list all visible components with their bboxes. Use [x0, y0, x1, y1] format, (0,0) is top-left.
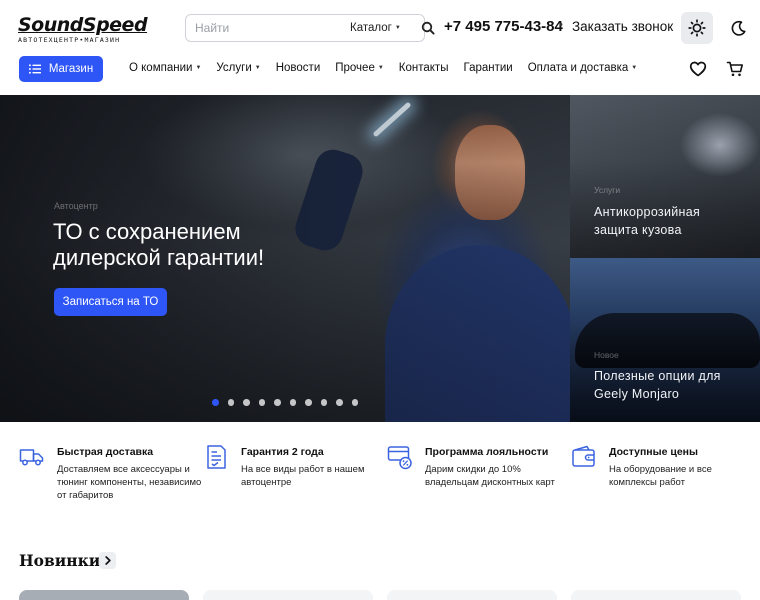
nav-item-other[interactable]: Прочее ▼	[335, 62, 384, 74]
nav-item-news[interactable]: Новости	[276, 62, 321, 74]
slider-dot[interactable]	[212, 399, 219, 406]
search-bar: Каталог ▼	[185, 14, 435, 42]
feature-text: Дарим скидки до 10% владельцам дисконтны…	[425, 464, 555, 488]
delivery-truck-icon	[19, 449, 44, 466]
chevron-down-icon: ▼	[377, 65, 384, 71]
product-card[interactable]	[19, 590, 189, 600]
sun-icon	[688, 19, 706, 37]
logo-subtext: АВТОТЕХЦЕНТР•МАГАЗИН	[18, 36, 121, 44]
chevron-down-icon: ▼	[254, 65, 261, 71]
hero-banner[interactable]: Автоцентр ТО с сохранением дилерской гар…	[0, 95, 570, 422]
nav-item-guarantees[interactable]: Гарантии	[463, 62, 512, 74]
moon-icon	[731, 20, 746, 36]
shop-button-label: Магазин	[48, 63, 94, 75]
header: SoundSpeed АВТОТЕХЦЕНТР•МАГАЗИН Каталог …	[0, 0, 760, 95]
nav-item-payment-delivery[interactable]: Оплата и доставка ▼	[528, 62, 638, 74]
section-title-new: Новинки	[19, 551, 101, 570]
promo-card-anticorrosion[interactable]: Услуги Антикоррозийная защита кузова	[570, 95, 760, 258]
chevron-down-icon: ▼	[195, 65, 202, 71]
slider-dot[interactable]	[289, 399, 296, 406]
nav-item-label: Оплата и доставка	[527, 62, 629, 74]
feature-title: Быстрая доставка	[57, 446, 154, 458]
chevron-right-icon	[104, 556, 111, 565]
nav-item-label: О компании	[129, 62, 193, 74]
feature-text: На оборудование и все комплексы работ	[609, 464, 712, 488]
feature-text: Доставляем все аксессуары и тюнинг компо…	[57, 464, 202, 501]
hero-title: ТО с сохранением дилерской гарантии!	[53, 219, 265, 270]
catalog-label: Каталог	[350, 22, 392, 34]
slider-dot[interactable]	[305, 399, 312, 406]
catalog-dropdown[interactable]: Каталог ▼	[350, 22, 401, 34]
list-icon	[28, 64, 41, 74]
chevron-down-icon: ▼	[631, 65, 638, 71]
product-card[interactable]	[571, 590, 741, 600]
callback-link[interactable]: Заказать звонок	[572, 19, 673, 34]
feature-text: На все виды работ в нашем автоцентре	[241, 464, 365, 488]
slider-dot[interactable]	[258, 399, 265, 406]
search-input[interactable]	[186, 15, 350, 41]
nav-item-label: Новости	[275, 62, 321, 74]
slider-dot[interactable]	[227, 399, 234, 406]
slider-dot[interactable]	[336, 399, 343, 406]
feature-title: Программа лояльности	[425, 446, 549, 458]
promo-tag: Услуги	[594, 185, 621, 195]
feature-title: Доступные цены	[609, 446, 698, 458]
product-card[interactable]	[387, 590, 557, 600]
slider-dot[interactable]	[243, 399, 250, 406]
slider-dots	[212, 399, 358, 406]
heart-icon[interactable]	[689, 60, 707, 78]
guarantee-document-icon	[207, 445, 226, 469]
nav-item-about[interactable]: О компании ▼	[129, 62, 201, 74]
hero-subtitle: Автоцентр	[54, 201, 98, 211]
search-icon	[421, 21, 435, 35]
phone-dropdown-dot[interactable]: •	[559, 19, 563, 31]
chevron-down-icon: ▼	[394, 25, 401, 31]
logo[interactable]: SoundSpeed АВТОТЕХЦЕНТР•МАГАЗИН	[18, 14, 168, 45]
logo-text: SoundSpeed	[18, 14, 148, 36]
nav-item-label: Услуги	[216, 62, 252, 74]
loyalty-card-icon	[387, 446, 412, 470]
main-nav: О компании ▼ Услуги ▼ Новости Прочее ▼ Конт…	[129, 62, 652, 74]
promo-tag: Новое	[594, 350, 619, 360]
page: SoundSpeed АВТОТЕХЦЕНТР•МАГАЗИН Каталог …	[0, 0, 760, 600]
dark-theme-button[interactable]	[722, 12, 754, 44]
wallet-icon	[572, 445, 595, 467]
product-card[interactable]	[203, 590, 373, 600]
slider-dot[interactable]	[274, 399, 281, 406]
light-theme-button[interactable]	[681, 12, 713, 44]
nav-item-label: Прочее	[335, 62, 375, 74]
nav-item-services[interactable]: Услуги ▼	[216, 62, 260, 74]
promo-card-geely[interactable]: Новое Полезные опции для Geely Monjaro	[570, 258, 760, 422]
book-service-button[interactable]: Записаться на ТО	[54, 288, 167, 316]
nav-item-contacts[interactable]: Контакты	[399, 62, 449, 74]
feature-title: Гарантия 2 года	[241, 446, 324, 458]
nav-item-label: Гарантии	[463, 62, 513, 74]
search-button[interactable]	[421, 15, 435, 41]
phone-number[interactable]: +7 495 775-43-84	[444, 18, 563, 35]
promo-title: Полезные опции для Geely Monjaro	[594, 369, 721, 401]
section-more-button[interactable]	[99, 552, 116, 569]
nav-item-label: Контакты	[398, 62, 449, 74]
shop-button[interactable]: Магазин	[19, 56, 103, 82]
slider-dot[interactable]	[351, 399, 358, 406]
cart-icon[interactable]	[726, 60, 744, 78]
promo-title: Антикоррозийная защита кузова	[594, 205, 701, 237]
slider-dot[interactable]	[320, 399, 327, 406]
